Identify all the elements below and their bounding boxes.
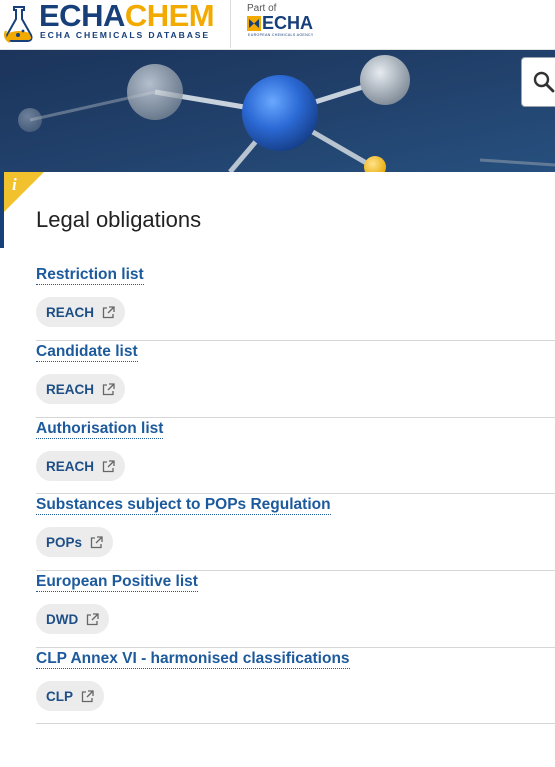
obligation-item-authorisation: Authorisation list REACH bbox=[36, 419, 555, 494]
european-positive-list-link[interactable]: European Positive list bbox=[36, 572, 198, 592]
page-title: Legal obligations bbox=[36, 207, 202, 232]
echa-wordmark[interactable]: ECHA bbox=[262, 13, 313, 34]
restriction-list-link[interactable]: Restriction list bbox=[36, 265, 144, 285]
authorisation-list-link[interactable]: Authorisation list bbox=[36, 419, 164, 439]
external-link-icon bbox=[87, 612, 99, 625]
brand-wordmark[interactable]: ECHACHEM bbox=[39, 0, 215, 33]
external-link-icon bbox=[90, 535, 103, 548]
brand-subtitle: ECHA CHEMICALS DATABASE bbox=[40, 30, 211, 40]
reach-tag-button[interactable]: REACH bbox=[36, 451, 126, 481]
candidate-list-link[interactable]: Candidate list bbox=[36, 342, 138, 362]
external-link-icon bbox=[81, 689, 94, 702]
search-icon bbox=[533, 71, 555, 93]
clp-annex-vi-link[interactable]: CLP Annex VI - harmonised classification… bbox=[36, 649, 350, 669]
info-icon[interactable]: i bbox=[4, 172, 44, 212]
reach-tag-button[interactable]: REACH bbox=[36, 297, 126, 327]
brand-part-chem: CHEM bbox=[124, 0, 215, 33]
svg-text:i: i bbox=[12, 175, 17, 194]
obligation-item-pops: Substances subject to POPs Regulation PO… bbox=[36, 495, 555, 571]
pops-regulation-link[interactable]: Substances subject to POPs Regulation bbox=[36, 495, 331, 515]
obligation-item-restriction: Restriction list REACH bbox=[36, 265, 555, 341]
molecule-banner bbox=[0, 50, 555, 172]
external-link-icon bbox=[102, 459, 115, 472]
search-button[interactable] bbox=[521, 57, 555, 107]
tag-label: DWD bbox=[46, 611, 79, 627]
tag-label: REACH bbox=[46, 458, 95, 474]
brand-part-echa: ECHA bbox=[39, 0, 125, 33]
reach-tag-button[interactable]: REACH bbox=[36, 374, 126, 404]
dwd-tag-button[interactable]: DWD bbox=[36, 604, 110, 634]
obligation-item-clp: CLP Annex VI - harmonised classification… bbox=[36, 649, 555, 724]
flask-logo-icon bbox=[4, 6, 33, 43]
tag-label: CLP bbox=[46, 688, 73, 704]
obligation-item-positive-list: European Positive list DWD bbox=[36, 572, 555, 648]
header-divider bbox=[230, 0, 231, 48]
external-link-icon bbox=[102, 382, 115, 395]
molecule-banner-image bbox=[0, 50, 555, 172]
clp-tag-button[interactable]: CLP bbox=[36, 681, 104, 711]
echa-mark-icon bbox=[247, 16, 261, 31]
obligation-item-candidate: Candidate list REACH bbox=[36, 342, 555, 418]
tag-label: REACH bbox=[46, 381, 95, 397]
echa-subtitle: EUROPEAN CHEMICALS AGENCY bbox=[248, 33, 314, 37]
site-header: ECHACHEM ECHA CHEMICALS DATABASE Part of… bbox=[0, 0, 555, 50]
tag-label: REACH bbox=[46, 304, 95, 320]
tag-label: POPs bbox=[46, 534, 83, 550]
pops-tag-button[interactable]: POPs bbox=[36, 527, 114, 557]
external-link-icon bbox=[102, 305, 115, 318]
